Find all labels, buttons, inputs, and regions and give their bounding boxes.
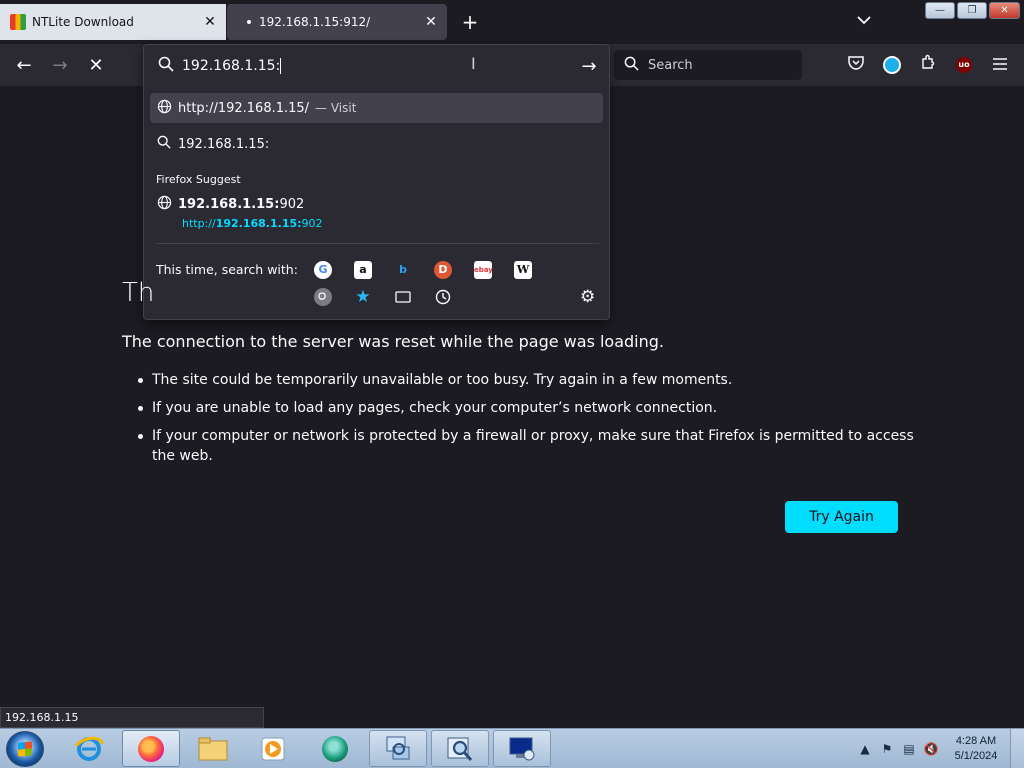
local-search-engine-button[interactable] [314, 288, 332, 306]
file-explorer-taskbar-icon[interactable] [184, 730, 242, 767]
search-settings-gear-icon[interactable]: ⚙ [580, 287, 595, 307]
ebay-engine-button[interactable]: ebay [474, 261, 493, 279]
clock-date: 5/1/2024 [954, 750, 998, 762]
tab-ntlite-download[interactable]: NTLite Download ✕ [0, 4, 226, 40]
start-button[interactable] [6, 731, 44, 767]
tab-active-192-168-1-15[interactable]: 192.168.1.15:912/ ✕ [227, 4, 447, 40]
list-item: If your computer or network is protected… [134, 426, 924, 466]
list-item: The site could be temporarily unavailabl… [134, 370, 924, 390]
bookmarks-star-icon[interactable]: ★ [354, 288, 372, 306]
visit-url-text: http://192.168.1.15/ [178, 100, 310, 116]
globe-icon [150, 99, 178, 118]
url-input-value: 192.168.1.15: [182, 58, 281, 74]
search-tool-taskbar-icon[interactable] [431, 730, 489, 767]
ntlite-favicon-icon [10, 14, 26, 30]
list-all-tabs-button[interactable] [852, 10, 876, 34]
search-bar[interactable]: Search [614, 50, 802, 80]
green-app-taskbar-icon[interactable] [306, 730, 364, 767]
new-tab-button[interactable]: + [458, 8, 482, 36]
history-clock-icon[interactable] [434, 288, 452, 306]
search-placeholder: Search [648, 57, 693, 73]
try-again-button[interactable]: Try Again [785, 501, 898, 533]
suggest-title-match: 192.168.1.15: [178, 196, 280, 212]
suggest-url-prefix: http:// [182, 217, 216, 230]
tabs-icon[interactable] [394, 288, 412, 306]
network-tool-taskbar-icon[interactable] [369, 730, 427, 767]
url-input[interactable]: 192.168.1.15: → [144, 45, 609, 87]
volume-muted-icon[interactable]: 🔇 [922, 742, 940, 756]
window-controls: — ❐ ✕ [925, 2, 1020, 19]
firefox-suggest-heading: Firefox Suggest [156, 173, 241, 186]
divider [156, 243, 599, 244]
clock-time: 4:28 AM [955, 735, 997, 747]
stop-button[interactable]: ✕ [82, 52, 110, 80]
search-icon [150, 135, 178, 153]
tab-label: 192.168.1.15:912/ [259, 15, 371, 29]
visit-action-label: — Visit [315, 101, 357, 115]
list-item: If you are unable to load any pages, che… [134, 398, 924, 418]
wikipedia-engine-button[interactable]: W [514, 261, 532, 279]
remote-desktop-taskbar-icon[interactable] [493, 730, 551, 767]
amazon-engine-button[interactable]: a [354, 261, 372, 279]
search-icon [624, 56, 642, 75]
error-suggestions-list: The site could be temporarily unavailabl… [134, 370, 924, 474]
tab-close-icon[interactable]: ✕ [198, 14, 222, 30]
windows-taskbar: ▲ ⚑ ▤ 🔇 4:28 AM 5/1/2024 [0, 728, 1024, 768]
chevron-down-icon [857, 16, 871, 25]
mouse-ibeam-cursor-icon: I [471, 54, 476, 73]
back-button[interactable]: ← [10, 52, 38, 80]
system-tray: ▲ ⚑ ▤ 🔇 4:28 AM 5/1/2024 [854, 729, 1024, 768]
tab-strip: NTLite Download ✕ 192.168.1.15:912/ ✕ + … [0, 0, 1024, 44]
go-arrow-button[interactable]: → [575, 56, 603, 77]
google-engine-button[interactable]: G [314, 261, 332, 279]
show-desktop-button[interactable] [1010, 729, 1024, 768]
loading-dot-icon [247, 20, 251, 24]
search-suggestion-result[interactable]: 192.168.1.15: [150, 129, 603, 159]
bing-engine-button[interactable]: b [394, 261, 412, 279]
search-with-label: This time, search with: [156, 262, 298, 277]
restore-button[interactable]: ❐ [957, 2, 987, 19]
close-window-button[interactable]: ✕ [989, 2, 1020, 19]
duckduckgo-engine-button[interactable]: D [434, 261, 452, 279]
suggest-url-rest: 902 [301, 217, 323, 230]
error-title: Th [122, 278, 155, 308]
suggest-url: http://192.168.1.15:902 [182, 217, 323, 230]
search-icon [154, 56, 178, 76]
media-player-taskbar-icon[interactable] [244, 730, 302, 767]
internet-explorer-taskbar-icon[interactable] [60, 730, 118, 767]
minimize-button[interactable]: — [925, 2, 955, 19]
account-avatar-icon[interactable] [879, 52, 905, 78]
tab-label: NTLite Download [32, 15, 134, 29]
text-caret [280, 58, 282, 74]
suggest-url-match: 192.168.1.15: [215, 217, 302, 230]
forward-button[interactable]: → [46, 52, 74, 80]
search-suggestion-text: 192.168.1.15: [178, 136, 270, 152]
network-icon[interactable]: ▤ [900, 742, 918, 756]
tab-close-icon[interactable]: ✕ [419, 14, 443, 30]
visit-url-result[interactable]: http://192.168.1.15/ — Visit [150, 93, 603, 123]
show-hidden-icons-arrow-icon[interactable]: ▲ [856, 742, 874, 756]
status-bar: 192.168.1.15 [0, 707, 264, 728]
suggest-title: 192.168.1.15:902 [178, 197, 304, 212]
globe-icon [150, 195, 178, 214]
ublock-origin-icon[interactable]: uo [951, 52, 977, 78]
error-description: The connection to the server was reset w… [122, 332, 665, 351]
system-clock[interactable]: 4:28 AM 5/1/2024 [942, 734, 1010, 764]
urlbar-dropdown: 192.168.1.15: → http://192.168.1.15/ — V… [143, 44, 610, 320]
pocket-icon[interactable] [843, 52, 869, 78]
firefox-suggest-result[interactable]: 192.168.1.15:902 [150, 193, 603, 215]
suggest-title-rest: 902 [279, 196, 305, 212]
extensions-puzzle-icon[interactable] [915, 52, 941, 78]
firefox-taskbar-icon[interactable] [122, 730, 180, 767]
hamburger-menu-icon[interactable] [987, 52, 1013, 78]
action-center-flag-icon[interactable]: ⚑ [878, 742, 896, 756]
